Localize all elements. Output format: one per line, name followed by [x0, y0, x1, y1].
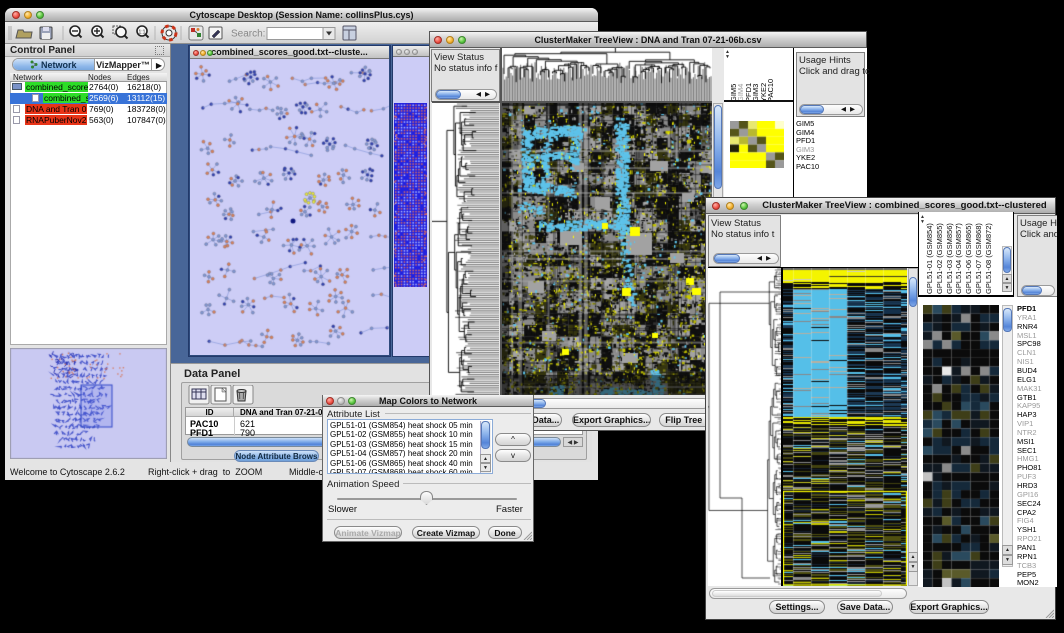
svg-text:Search:: Search:: [231, 29, 265, 40]
svg-text:1:1: 1:1: [139, 30, 146, 36]
